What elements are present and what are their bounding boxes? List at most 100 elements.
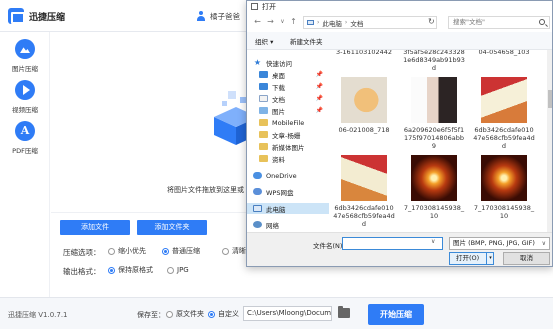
footer-bar: 迅捷压缩 V1.0.7.1 保存至： 原文件夹 自定义 C:\Users\Mlo…: [0, 297, 553, 329]
nav-item-mobilefile[interactable]: MobileFile: [247, 117, 329, 128]
radio-dot: [166, 310, 173, 318]
nav-item-label: 新媒体图片: [272, 143, 305, 152]
nav-item-label: MobileFile: [272, 118, 305, 127]
sidebar-item-label: 视频压缩: [12, 106, 38, 114]
save-to-label: 保存至：: [137, 311, 165, 319]
up-arrow-icon[interactable]: ↑: [288, 16, 299, 27]
back-arrow-icon[interactable]: ←: [252, 16, 263, 27]
radio-save-custom[interactable]: 自定义: [208, 309, 239, 319]
cancel-button[interactable]: 取消: [503, 252, 550, 265]
pin-icon: 📌: [315, 83, 323, 90]
version-label: 迅捷压缩 V1.0.7.1: [8, 311, 68, 319]
file-caption[interactable]: 6db3426cdafe01047e568cfb59fea4dd: [473, 126, 535, 150]
radio-compress-small[interactable]: 缩小优先: [108, 246, 146, 256]
new-folder-button[interactable]: 新建文件夹: [290, 36, 323, 46]
radio-compress-normal[interactable]: 普通压缩: [162, 246, 200, 256]
sidebar-item-video[interactable]: 视频压缩: [0, 80, 50, 120]
dialog-navigation: ← → ∨ ↑ › 此电脑 › 文档 ↻ 搜索"文档": [247, 13, 552, 31]
file-thumbnail[interactable]: [411, 77, 457, 123]
dialog-window-icon: [251, 3, 258, 10]
nav-item-pictures[interactable]: 图片 📌: [247, 105, 329, 116]
nav-item-this-pc[interactable]: 此电脑: [247, 203, 329, 214]
folder-browse-icon[interactable]: [338, 306, 350, 318]
drop-hint: 将图片文件拖放到这里或: [167, 186, 244, 194]
file-thumbnail[interactable]: [341, 77, 387, 123]
organize-menu[interactable]: 组织 ▾: [255, 36, 273, 46]
breadcrumb-item[interactable]: 此电脑: [322, 18, 342, 28]
nav-item-documents[interactable]: 文档 📌: [247, 93, 329, 104]
radio-label: 普通压缩: [172, 247, 200, 255]
network-icon: [253, 221, 262, 228]
file-thumbnail[interactable]: [341, 155, 387, 201]
filename-input[interactable]: [342, 237, 443, 250]
nav-item-onedrive[interactable]: OneDrive: [247, 170, 329, 181]
radio-dot: [208, 310, 215, 318]
nav-item-articles[interactable]: 文章-杨姗: [247, 129, 329, 140]
file-caption[interactable]: 06-021008_718: [333, 126, 395, 134]
file-caption[interactable]: 7_170308145938_10: [473, 204, 535, 220]
refresh-icon[interactable]: ↻: [428, 17, 435, 26]
file-thumbnail[interactable]: [481, 155, 527, 201]
add-file-button[interactable]: 添加文件: [60, 220, 130, 235]
sidebar: 图片压缩 视频压缩 PDF压缩: [0, 32, 50, 297]
user-name: 橘子爸爸: [210, 11, 240, 21]
radio-format-keep[interactable]: 保持原格式: [108, 265, 153, 275]
user-account[interactable]: 橘子爸爸: [196, 9, 240, 23]
dialog-title: 打开: [262, 3, 276, 11]
file-thumbnail[interactable]: [411, 155, 457, 201]
file-caption[interactable]: 3f5af5e28c2433281e6d8349ab91b93d: [403, 50, 465, 72]
file-thumbnail[interactable]: [481, 77, 527, 123]
start-compress-button[interactable]: 开始压缩: [368, 304, 424, 325]
history-chevron-icon[interactable]: ∨: [277, 16, 288, 27]
add-folder-button[interactable]: 添加文件夹: [137, 220, 207, 235]
nav-item-network[interactable]: 网络: [247, 219, 329, 230]
nav-item-label: 此电脑: [266, 205, 286, 214]
file-type-select[interactable]: 图片 (BMP, PNG, JPG, GIF) ∨: [449, 237, 550, 250]
open-file-dialog: 打开 ← → ∨ ↑ › 此电脑 › 文档 ↻ 搜索"文档" 组织 ▾ 新建文件…: [246, 0, 553, 267]
breadcrumb-item[interactable]: 文档: [350, 18, 363, 28]
chevron-down-icon[interactable]: ▾: [486, 253, 494, 264]
breadcrumb-separator: ›: [317, 19, 320, 26]
forward-arrow-icon[interactable]: →: [265, 16, 276, 27]
save-path-input[interactable]: C:\Users\Mloong\Docume: [243, 306, 332, 321]
nav-item-label: 快速访问: [266, 59, 292, 68]
file-caption[interactable]: 3-161103102442: [333, 50, 395, 56]
radio-save-original[interactable]: 原文件夹: [166, 309, 204, 319]
chevron-down-icon: ∨: [541, 240, 546, 247]
folder-icon: [259, 119, 268, 126]
scrollbar-thumb[interactable]: [548, 90, 552, 108]
file-caption[interactable]: 6db3426cdafe01047e568cfb59fea4dd: [333, 204, 395, 228]
radio-label: 自定义: [218, 310, 239, 318]
radio-format-jpg[interactable]: JPG: [167, 265, 189, 275]
file-caption[interactable]: 04-054658_103: [473, 50, 535, 56]
file-caption[interactable]: 7_170308145938_10: [403, 204, 465, 220]
wps-cloud-icon: [253, 188, 262, 195]
nav-item-label: WPS网盘: [266, 188, 294, 197]
chevron-down-icon[interactable]: ∨: [431, 238, 435, 245]
radio-dot: [167, 266, 174, 274]
drop-zone[interactable]: 将图片文件拖放到这里或: [51, 32, 258, 212]
file-caption[interactable]: 6a209620e6f5f5f1175f97014806abb9: [403, 126, 465, 150]
nav-item-wps-cloud[interactable]: WPS网盘: [247, 186, 329, 197]
nav-item-materials[interactable]: 资料: [247, 153, 329, 164]
folder-icon: [259, 155, 268, 162]
sidebar-item-pdf[interactable]: PDF压缩: [0, 121, 50, 161]
search-input[interactable]: 搜索"文档": [448, 16, 550, 29]
address-bar[interactable]: › 此电脑 › 文档: [303, 16, 437, 29]
file-list-scrollbar[interactable]: [547, 50, 552, 232]
radio-label: 缩小优先: [118, 247, 146, 255]
nav-item-desktop[interactable]: 桌面 📌: [247, 69, 329, 80]
radio-compress-clear[interactable]: 清晰: [222, 246, 246, 256]
radio-label: JPG: [177, 266, 189, 274]
user-icon: [196, 11, 206, 21]
nav-item-media-images[interactable]: 新媒体图片: [247, 141, 329, 152]
nav-item-downloads[interactable]: 下载 📌: [247, 81, 329, 92]
open-button[interactable]: 打开(O) ▾: [449, 252, 494, 265]
search-placeholder: 搜索"文档": [453, 18, 485, 26]
radio-dot: [222, 247, 229, 255]
file-type-value: 图片 (BMP, PNG, JPG, GIF): [453, 239, 535, 247]
app-title: 迅捷压缩: [29, 13, 66, 23]
image-icon: [15, 39, 35, 59]
sidebar-item-image[interactable]: 图片压缩: [0, 39, 50, 79]
nav-item-quick-access[interactable]: ★ 快速访问: [247, 57, 329, 68]
